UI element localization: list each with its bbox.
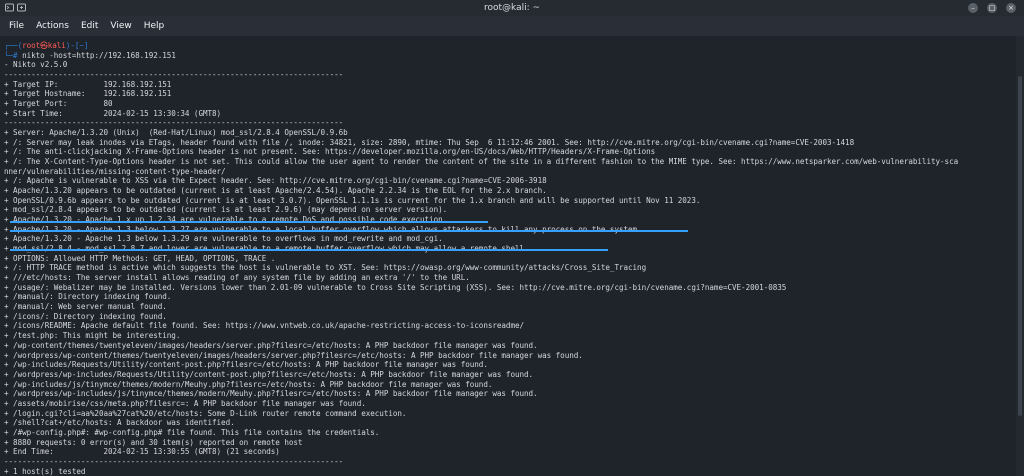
output-line: + /wp-includes/Requests/Utility/content-… bbox=[4, 360, 488, 370]
title-bar[interactable]: root@kali: ~ – □ × bbox=[0, 0, 1024, 16]
prompt-symbol: └─# bbox=[4, 50, 23, 60]
terminal-window: root@kali: ~ – □ × File Actions Edit Vie… bbox=[0, 0, 1024, 476]
vertical-scrollbar[interactable] bbox=[1016, 36, 1024, 476]
prompt-line-bottom: └─# nikto -host=http://192.168.192.151 bbox=[4, 51, 1004, 61]
output-line: + Target IP: 192.168.192.151 bbox=[4, 79, 172, 89]
menu-file[interactable]: File bbox=[9, 21, 24, 31]
output-line: + 8880 requests: 0 error(s) and 30 item(… bbox=[4, 437, 303, 447]
new-tab-icon[interactable] bbox=[17, 3, 26, 12]
output-line: + Target Hostname: 192.168.192.151 bbox=[4, 89, 172, 99]
output-line: + /: The anti-clickjacking X-Frame-Optio… bbox=[4, 147, 656, 157]
maximize-icon[interactable]: □ bbox=[987, 3, 997, 13]
output-line: + /icons/README: Apache default file fou… bbox=[4, 321, 525, 331]
output-line: + Server: Apache/1.3.20 (Unix) (Red-Hat/… bbox=[4, 128, 348, 138]
output-line: + /#wp-config.php#: #wp-config.php# file… bbox=[4, 427, 380, 437]
output-line: ----------------------------------------… bbox=[4, 70, 344, 80]
terminal-icon bbox=[5, 3, 14, 12]
output-line: + mod_ssl/2.8.4 appears to be outdated (… bbox=[4, 205, 448, 215]
output-line: ----------------------------------------… bbox=[4, 118, 344, 128]
output-line: nner/vulnerabilities/missing-content-typ… bbox=[4, 166, 226, 176]
output-line: + OpenSSL/0.9.6b appears to be outdated … bbox=[4, 195, 701, 205]
output-line: + /icons/: Directory indexing found. bbox=[4, 311, 167, 321]
output-line: + /wordpress/wp-content/themes/twentyele… bbox=[4, 350, 583, 360]
output-line: + /usage/: Webalizer may be installed. V… bbox=[4, 282, 787, 292]
output-line: + OPTIONS: Allowed HTTP Methods: GET, HE… bbox=[4, 253, 276, 263]
output-line: + /login.cgi?cli=aa%20aa%27cat%20/etc/ho… bbox=[4, 408, 407, 418]
output-line: + /: Apache is vulnerable to XSS via the… bbox=[4, 176, 547, 186]
annotation-underline bbox=[10, 230, 688, 232]
output-line: + /assets/mobirise/css/meta.php?filesrc=… bbox=[4, 398, 366, 408]
output-line: + Apache/1.3.20 appears to be outdated (… bbox=[4, 186, 547, 196]
output-line: + /shell?cat+/etc/hosts: A backdoor was … bbox=[4, 418, 235, 428]
output-line: + /manual/: Directory indexing found. bbox=[4, 292, 172, 302]
output-line: + /wp-includes/js/tinymce/themes/modern/… bbox=[4, 379, 493, 389]
output-line: + /: HTTP TRACE method is active which s… bbox=[4, 263, 647, 273]
scrollbar-thumb[interactable] bbox=[1018, 76, 1022, 416]
menu-help[interactable]: Help bbox=[144, 21, 165, 31]
prompt-prefix: ┌──( bbox=[4, 41, 23, 50]
output-line: + /wordpress/wp-includes/Requests/Utilit… bbox=[4, 369, 534, 379]
output-line: + Start Time: 2024-02-15 13:30:34 (GMT8) bbox=[4, 108, 222, 118]
output-line: ----------------------------------------… bbox=[4, 456, 344, 466]
output-line: + Target Port: 80 bbox=[4, 99, 113, 109]
menu-edit[interactable]: Edit bbox=[81, 21, 98, 31]
minimize-icon[interactable]: – bbox=[968, 3, 978, 13]
output-line: + /wp-content/themes/twentyeleven/images… bbox=[4, 340, 538, 350]
prompt-line-top: ┌──(root㉿kali)-[~] bbox=[4, 41, 1004, 51]
output-line: + /manual/: Web server manual found. bbox=[4, 302, 167, 312]
output-line: + /wordpress/wp-includes/js/tinymce/them… bbox=[4, 389, 538, 399]
highlighted-output-line: + Apache/1.3.20 - Apache 1.x up 1.2.34 a… bbox=[4, 215, 448, 225]
output-line: + /: The X-Content-Type-Options header i… bbox=[4, 157, 959, 167]
annotation-underline bbox=[10, 221, 488, 223]
command-args: -host=http://192.168.192.151 bbox=[44, 50, 176, 60]
output-line: + 1 host(s) tested bbox=[4, 466, 86, 476]
terminal-output-area[interactable]: ┌──(root㉿kali)-[~] └─# nikto -host=http:… bbox=[0, 36, 1016, 476]
menu-actions[interactable]: Actions bbox=[36, 21, 69, 31]
close-icon[interactable]: × bbox=[1006, 3, 1016, 13]
menu-view[interactable]: View bbox=[110, 21, 131, 31]
menu-bar: File Actions Edit View Help bbox=[0, 16, 1024, 36]
prompt-user-host: root㉿kali bbox=[22, 41, 66, 50]
annotation-underline bbox=[10, 249, 608, 251]
output-line: + /: Server may leak inodes via ETags, h… bbox=[4, 137, 855, 147]
window-controls: – □ × bbox=[968, 3, 1016, 13]
output-line: + End Time: 2024-02-15 13:30:55 (GMT8) (… bbox=[4, 447, 280, 457]
output-line: + /test.php: This might be interesting. bbox=[4, 331, 181, 341]
output-line: + Apache/1.3.20 - Apache 1.3 below 1.3.2… bbox=[4, 234, 443, 244]
title-bar-left-icons bbox=[5, 3, 26, 12]
window-title: root@kali: ~ bbox=[483, 3, 541, 13]
command-name: nikto bbox=[22, 50, 45, 60]
terminal-lines: ┌──(root㉿kali)-[~] └─# nikto -host=http:… bbox=[4, 41, 1004, 476]
prompt-directory: )-[~] bbox=[65, 41, 89, 50]
output-line: + ///etc/hosts: The server install allow… bbox=[4, 273, 470, 283]
output-line: - Nikto v2.5.0 bbox=[4, 60, 68, 70]
